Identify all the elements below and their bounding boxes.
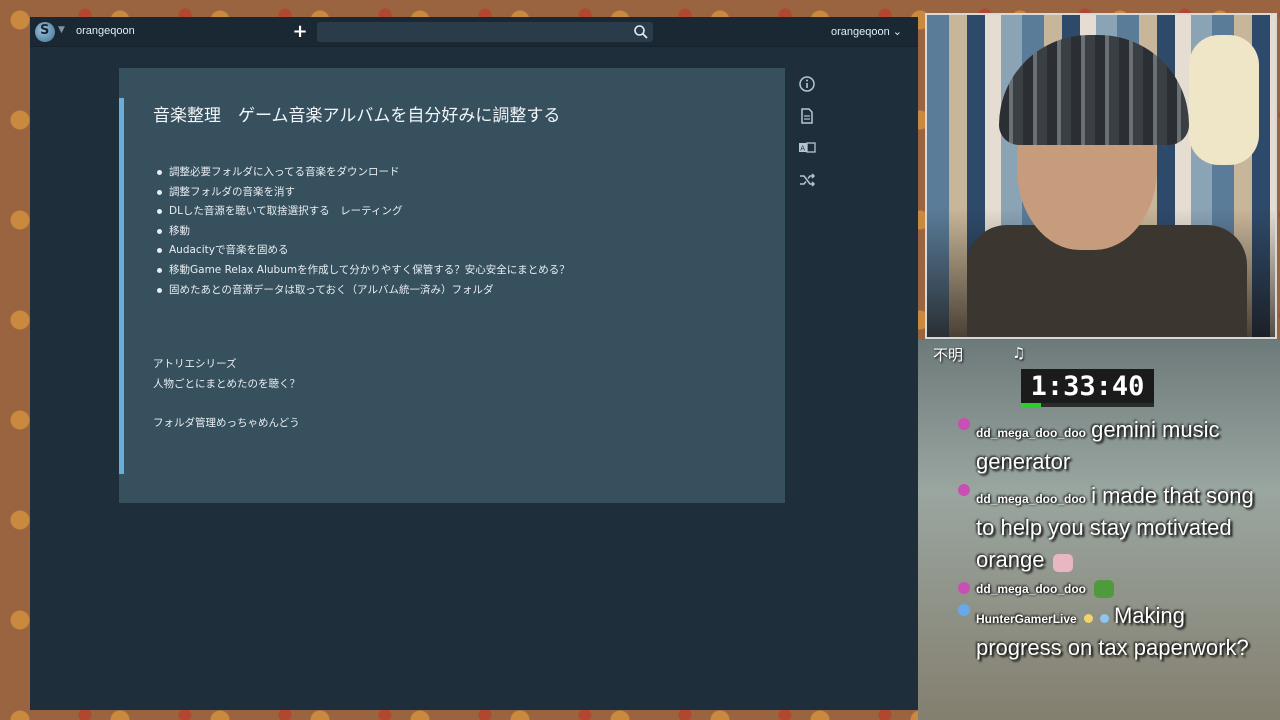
document-icon[interactable] <box>798 107 816 125</box>
chat-message: dd_mega_doo_doo i made that song to help… <box>958 480 1258 576</box>
note-line[interactable]: アトリエシリーズ <box>153 356 236 371</box>
timer-progress-fill <box>1021 403 1041 407</box>
chat-badge-icon <box>958 603 970 616</box>
list-item[interactable]: DLした音源を聴いて取捨選択する レーティング <box>157 202 570 222</box>
chat-username: dd_mega_doo_doo <box>976 582 1087 596</box>
music-note-icon: ♫ <box>1012 344 1026 362</box>
now-playing-status: 不明 <box>933 346 964 364</box>
chat-overlay: dd_mega_doo_doo gemini music generator d… <box>958 414 1258 666</box>
translate-icon[interactable]: A <box>798 139 816 157</box>
note-card: 音楽整理 ゲーム音楽アルバムを自分好みに調整する 調整必要フォルダに入ってる音楽… <box>119 68 785 503</box>
note-line[interactable]: 人物ごとにまとめたのを聴く？ <box>153 376 300 391</box>
info-icon[interactable] <box>798 75 816 93</box>
list-item[interactable]: 移動Game Relax Alubumを作成して分かりやすく保管する？安心安全に… <box>157 261 570 281</box>
chat-badge-icon <box>958 484 970 496</box>
user-menu[interactable]: orangeqoon ⌄ <box>831 25 902 38</box>
timer-progress-track <box>1021 403 1154 407</box>
svg-text:A: A <box>800 145 805 153</box>
shuffle-icon[interactable] <box>798 171 816 189</box>
streamer-beanie <box>999 35 1189 145</box>
chat-username: HunterGamerLive <box>976 611 1077 626</box>
chat-message: dd_mega_doo_doo gemini music generator <box>958 414 1258 478</box>
note-accent-bar <box>119 98 124 474</box>
top-navigation-bar: ▼ orangeqoon + orangeqoon ⌄ <box>30 17 918 47</box>
list-item[interactable]: 調整必要フォルダに入ってる音楽をダウンロード <box>157 163 570 183</box>
webcam-feed <box>925 13 1277 339</box>
note-bullet-list: 調整必要フォルダに入ってる音楽をダウンロード 調整フォルダの音楽を消す DLした… <box>157 163 570 300</box>
list-item[interactable]: 移動 <box>157 222 570 242</box>
notes-app-window: ▼ orangeqoon + orangeqoon ⌄ 音楽整理 ゲーム音楽アル… <box>30 17 918 710</box>
note-side-toolbar: A <box>798 75 818 203</box>
workspace-name[interactable]: orangeqoon <box>76 25 135 37</box>
note-title[interactable]: 音楽整理 ゲーム音楽アルバムを自分好みに調整する <box>153 101 560 126</box>
timer-value: 1:33:40 <box>1030 371 1145 402</box>
list-item[interactable]: 調整フォルダの音楽を消す <box>157 183 570 203</box>
app-logo-icon[interactable] <box>35 22 55 42</box>
chat-badge-icon <box>958 582 970 594</box>
search-input[interactable] <box>317 24 653 44</box>
cloud-badge-icon <box>1099 613 1109 623</box>
stream-timer: 1:33:40 <box>1021 369 1154 407</box>
logo-dropdown-icon[interactable]: ▼ <box>58 25 65 35</box>
cat-emote-icon <box>1052 553 1073 572</box>
star-badge-icon <box>1083 613 1093 623</box>
chat-message: dd_mega_doo_doo <box>958 578 1258 598</box>
note-line[interactable]: フォルダ管理めっちゃめんどう <box>153 415 300 430</box>
chat-message: HunterGamerLive Making progress on tax p… <box>958 600 1258 664</box>
chat-username: dd_mega_doo_doo <box>976 426 1087 440</box>
search-icon[interactable] <box>633 24 649 40</box>
list-item[interactable]: Audacityで音楽を固める <box>157 241 570 261</box>
chat-badge-icon <box>958 418 970 430</box>
plush-toy <box>1189 35 1259 165</box>
pepe-emote-icon <box>1094 579 1115 598</box>
search-bar[interactable] <box>317 22 653 44</box>
chat-username: dd_mega_doo_doo <box>976 492 1087 506</box>
list-item[interactable]: 固めたあとの音源データは取っておく（アルバム統一済み）フォルダ <box>157 281 570 301</box>
add-note-button[interactable]: + <box>290 21 310 43</box>
